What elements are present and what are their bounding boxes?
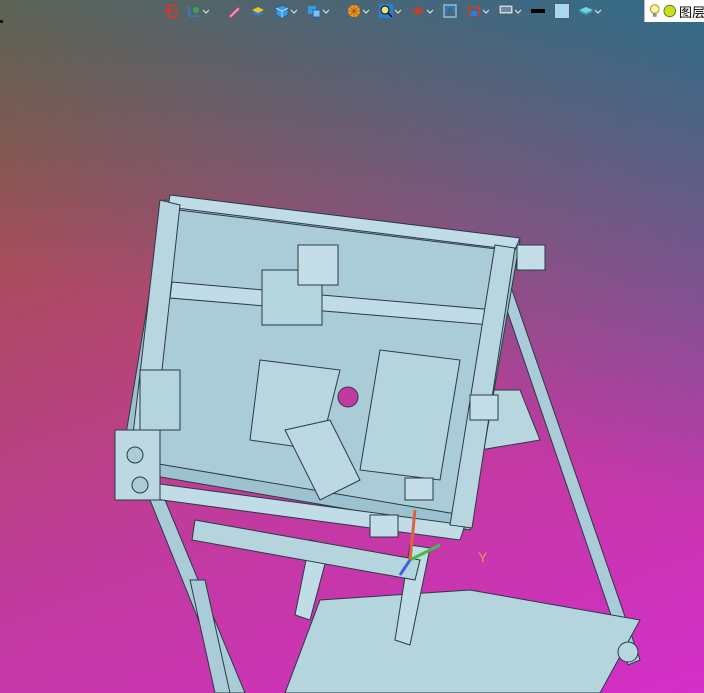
color-swatch-icon bbox=[554, 3, 570, 19]
pan-button[interactable] bbox=[408, 1, 436, 21]
section-button[interactable] bbox=[464, 1, 492, 21]
mesh-button[interactable] bbox=[304, 1, 332, 21]
machine-model bbox=[114, 194, 641, 693]
color-swatch-button[interactable] bbox=[552, 1, 572, 21]
extrude-button[interactable] bbox=[248, 1, 268, 21]
layer-stack-icon bbox=[579, 7, 593, 15]
toolbar bbox=[160, 0, 704, 22]
zoom-icon bbox=[379, 4, 393, 18]
pencil-button[interactable] bbox=[224, 1, 244, 21]
chevron-down-icon bbox=[322, 9, 330, 14]
chevron-down-icon bbox=[482, 9, 490, 14]
chevron-down-icon bbox=[290, 9, 298, 14]
mesh-icon bbox=[308, 6, 321, 18]
chevron-down-icon bbox=[362, 9, 370, 14]
chevron-down-icon bbox=[394, 9, 402, 14]
extrude-icon bbox=[252, 7, 264, 16]
render-button[interactable] bbox=[344, 1, 372, 21]
pencil-icon bbox=[228, 6, 241, 19]
lineweight-button[interactable] bbox=[528, 1, 548, 21]
rotate-button[interactable] bbox=[440, 1, 460, 21]
layer-on-icon bbox=[663, 4, 677, 18]
zoom-button[interactable] bbox=[376, 1, 404, 21]
layer-label: 图层 bbox=[678, 4, 704, 20]
ucs-icon bbox=[188, 6, 199, 17]
rotate-icon bbox=[443, 4, 457, 18]
monitor-icon bbox=[498, 4, 514, 17]
box-button[interactable] bbox=[272, 1, 300, 21]
chevron-down-icon bbox=[514, 9, 522, 14]
render-icon bbox=[348, 5, 360, 17]
chevron-down-icon bbox=[594, 9, 602, 14]
model-viewport[interactable] bbox=[0, 22, 704, 693]
section-icon bbox=[468, 5, 480, 17]
lightbulb-icon bbox=[649, 4, 660, 17]
layer-stack-button[interactable] bbox=[576, 1, 604, 21]
pan-icon bbox=[412, 5, 424, 17]
ucs-button[interactable] bbox=[184, 1, 212, 21]
axis-y-label: Y bbox=[478, 549, 488, 565]
lineweight-icon bbox=[531, 9, 545, 13]
layer-dropdown[interactable]: 图层 bbox=[644, 0, 704, 22]
exit-sketch-icon bbox=[164, 4, 177, 18]
monitor-button[interactable] bbox=[496, 1, 524, 21]
exit-sketch-button[interactable] bbox=[160, 1, 180, 21]
box-icon bbox=[275, 4, 289, 19]
chevron-down-icon bbox=[426, 9, 434, 14]
chevron-down-icon bbox=[202, 9, 210, 14]
